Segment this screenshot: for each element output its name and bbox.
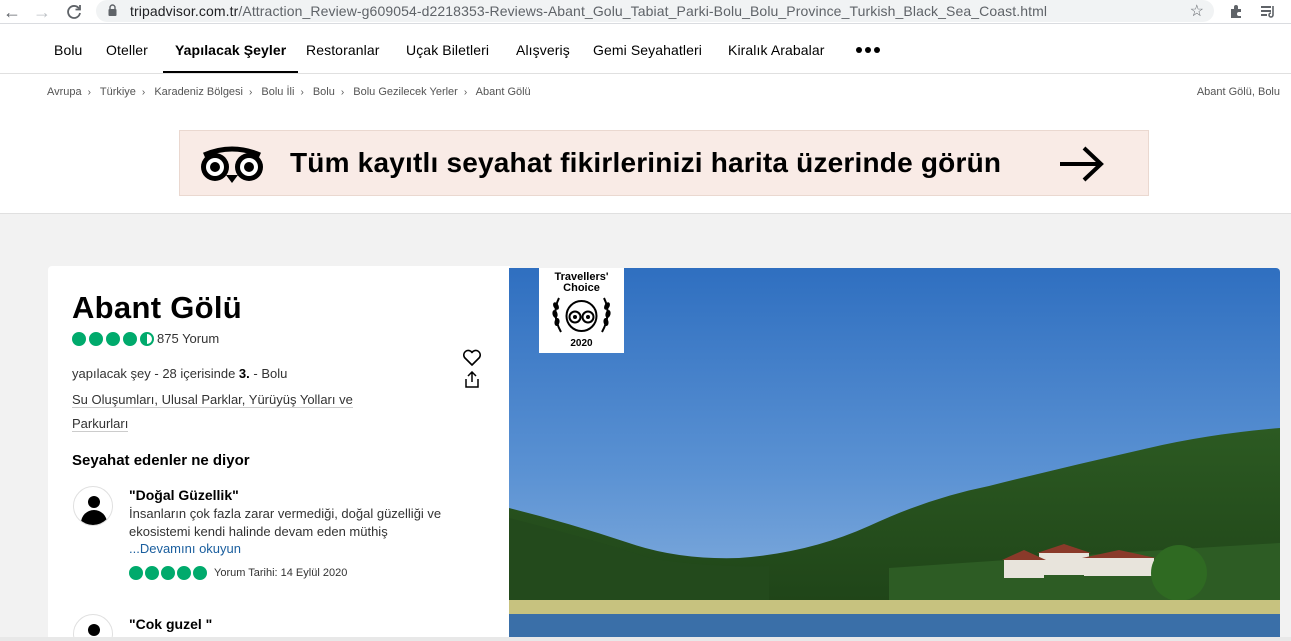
travellers-choice-badge: Travellers' Choice 2020 <box>539 268 624 353</box>
rating-bubble-full <box>89 332 103 346</box>
breadcrumb-item[interactable]: Türkiye <box>100 86 136 98</box>
extensions-puzzle-icon[interactable] <box>1228 2 1246 20</box>
more-dots-icon[interactable] <box>856 47 880 53</box>
forward-icon[interactable]: → <box>32 2 52 22</box>
reviews-heading: Seyahat edenler ne diyor <box>72 452 250 469</box>
chevron-right-icon: › <box>340 87 345 98</box>
review-title[interactable]: "Doğal Güzellik" <box>129 487 239 503</box>
back-icon[interactable]: ← <box>2 2 22 22</box>
breadcrumb-item[interactable]: Bolu <box>313 86 335 98</box>
rating-bubble-full <box>72 332 86 346</box>
breadcrumb: Avrupa › Türkiye › Karadeniz Bölgesi › Bolu… <box>47 86 531 98</box>
heart-save-icon[interactable] <box>462 349 482 367</box>
rating-bubble-full <box>161 566 175 580</box>
map-banner[interactable]: Tüm kayıtlı seyahat fikirlerinizi harita… <box>179 130 1149 196</box>
tripadvisor-owl-icon <box>201 146 263 183</box>
nav-item-flights[interactable]: Uçak Biletleri <box>406 25 489 73</box>
browser-toolbar: ← → tripadvisor.com.tr/Attraction_Review… <box>0 0 1291 24</box>
attraction-title: Abant Gölü <box>72 290 243 325</box>
rating-bubble-full <box>177 566 191 580</box>
media-queue-icon[interactable] <box>1259 2 1277 20</box>
bookmark-star-icon[interactable]: ☆ <box>1190 1 1204 21</box>
breadcrumb-item[interactable]: Bolu İli <box>261 86 294 98</box>
chevron-right-icon: › <box>300 87 304 98</box>
reload-icon[interactable] <box>64 2 84 22</box>
review-title[interactable]: "Cok guzel " <box>129 616 212 632</box>
chevron-right-icon: › <box>87 87 91 98</box>
location-label: Abant Gölü, Bolu <box>1196 86 1280 98</box>
arrow-right-icon <box>1060 146 1104 182</box>
laurel-owl-icon <box>552 297 611 333</box>
chevron-right-icon: › <box>141 87 146 98</box>
horizontal-scrollbar[interactable] <box>0 637 1291 641</box>
chevron-right-icon: › <box>249 87 253 98</box>
attraction-photo[interactable] <box>509 268 1280 641</box>
review-rating-bubbles <box>129 566 207 580</box>
review-count-link[interactable]: 875 Yorum <box>157 331 219 346</box>
breadcrumb-current: Abant Gölü <box>475 86 531 98</box>
banner-text: Tüm kayıtlı seyahat fikirlerinizi harita… <box>290 147 1002 178</box>
rating-bubbles[interactable] <box>72 332 154 346</box>
review-date: Yorum Tarihi: 14 Eylül 2020 <box>214 567 348 579</box>
nav-item-restaurants[interactable]: Restoranlar <box>306 25 379 73</box>
nav-item-things-to-do[interactable]: Yapılacak Şeyler <box>163 25 299 73</box>
url-text: tripadvisor.com.tr/Attraction_Review-g60… <box>130 3 1048 19</box>
rating-bubble-half <box>140 332 154 346</box>
rating-bubble-full <box>145 566 159 580</box>
address-bar[interactable]: tripadvisor.com.tr/Attraction_Review-g60… <box>96 0 1214 22</box>
rating-bubble-full <box>123 332 137 346</box>
lock-icon <box>108 4 117 16</box>
breadcrumb-item[interactable]: Avrupa <box>47 86 82 98</box>
share-icon[interactable] <box>464 371 480 388</box>
review-text: İnsanların çok fazla zarar vermediği, do… <box>129 506 442 539</box>
nav-item-hotels[interactable]: Oteller <box>106 25 148 73</box>
badge-year: 2020 <box>570 338 593 349</box>
nav-item-car-rentals[interactable]: Kiralık Arabalar <box>728 25 825 73</box>
rating-bubble-full <box>106 332 120 346</box>
chevron-right-icon: › <box>463 87 468 98</box>
badge-title: Travellers' Choice <box>554 271 609 294</box>
top-navigation: Bolu Oteller Yapılacak Şeyler Restoranla… <box>0 25 1291 74</box>
nav-item-shopping[interactable]: Alışveriş <box>516 25 570 73</box>
nav-item-bolu[interactable]: Bolu <box>54 25 82 73</box>
read-more-link[interactable]: ...Devamını okuyun <box>129 541 241 556</box>
categories-link[interactable]: Su Oluşumları, Ulusal Parklar, Yürüyüş Y… <box>72 388 402 436</box>
avatar[interactable] <box>73 486 113 526</box>
ranking-text[interactable]: yapılacak şey - 28 içerisinde 3. - Bolu <box>72 366 287 381</box>
nav-item-cruises[interactable]: Gemi Seyahatleri <box>593 25 702 73</box>
breadcrumb-item[interactable]: Karadeniz Bölgesi <box>154 86 243 98</box>
rating-bubble-full <box>193 566 207 580</box>
rating-bubble-full <box>129 566 143 580</box>
breadcrumb-item[interactable]: Bolu Gezilecek Yerler <box>353 86 458 98</box>
